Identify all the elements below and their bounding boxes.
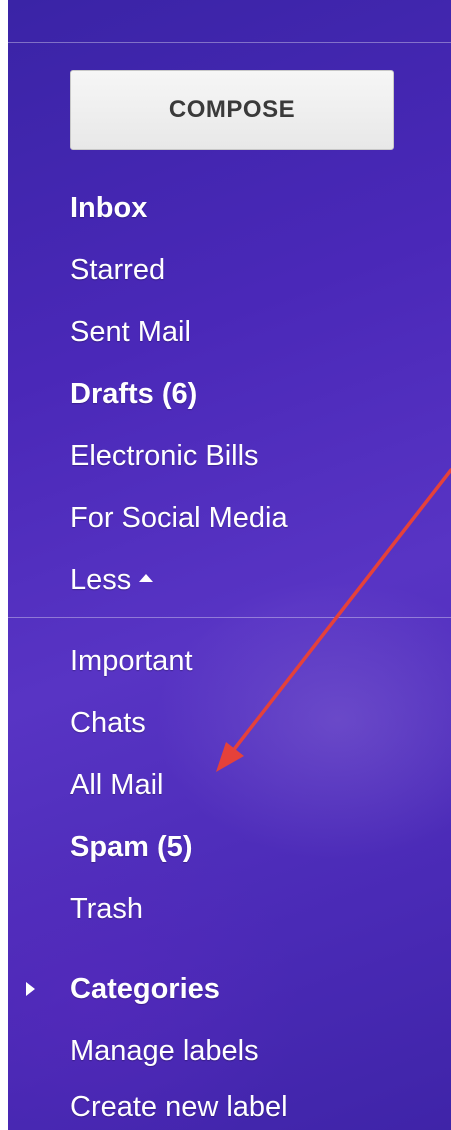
gmail-sidebar: COMPOSE Inbox Starred Sent Mail Drafts (… bbox=[8, 0, 451, 1130]
nav-important[interactable]: Important bbox=[70, 641, 193, 681]
nav-chats[interactable]: Chats bbox=[70, 703, 146, 743]
nav-starred[interactable]: Starred bbox=[70, 250, 165, 290]
nav-trash[interactable]: Trash bbox=[70, 889, 143, 929]
compose-button[interactable]: COMPOSE bbox=[70, 70, 394, 150]
nav-less-label: Less bbox=[70, 564, 132, 596]
top-divider bbox=[8, 42, 451, 43]
nav-spam[interactable]: Spam (5) bbox=[70, 827, 192, 867]
nav-create-new-label[interactable]: Create new label bbox=[70, 1087, 288, 1127]
nav-electronic-bills[interactable]: Electronic Bills bbox=[70, 436, 259, 476]
caret-up-icon bbox=[139, 574, 154, 583]
nav-drafts[interactable]: Drafts (6) bbox=[70, 374, 197, 414]
caret-right-icon[interactable] bbox=[26, 982, 35, 996]
section-divider bbox=[8, 617, 451, 618]
nav-inbox[interactable]: Inbox bbox=[70, 188, 147, 228]
nav-manage-labels[interactable]: Manage labels bbox=[70, 1031, 259, 1071]
nav-sent-mail[interactable]: Sent Mail bbox=[70, 312, 191, 352]
nav-less[interactable]: Less bbox=[70, 560, 154, 600]
nav-categories[interactable]: Categories bbox=[70, 969, 220, 1009]
nav-for-social-media[interactable]: For Social Media bbox=[70, 498, 288, 538]
nav-all-mail[interactable]: All Mail bbox=[70, 765, 163, 805]
